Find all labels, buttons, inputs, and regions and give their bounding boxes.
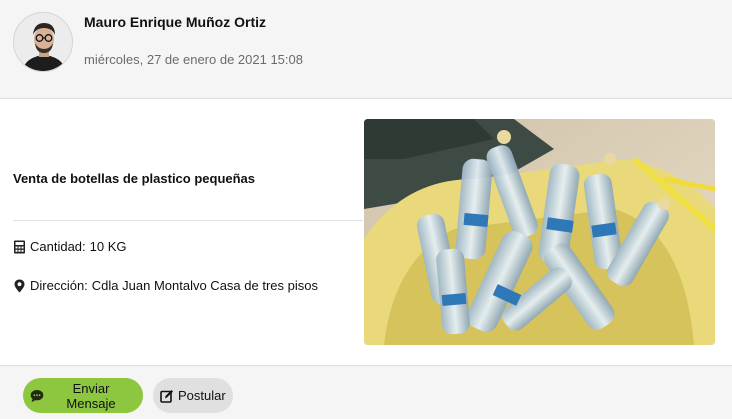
post-actions: Enviar Mensaje Postular xyxy=(0,365,732,419)
address-row: Dirección: Cdla Juan Montalvo Casa de tr… xyxy=(13,278,318,293)
post-body: Venta de botellas de plastico pequeñas C… xyxy=(0,100,732,365)
address-label: Dirección: xyxy=(30,278,88,293)
edit-icon xyxy=(160,389,174,403)
comment-icon xyxy=(30,389,44,403)
quantity-row: Cantidad: 10 KG xyxy=(13,239,127,254)
avatar[interactable] xyxy=(13,12,73,72)
avatar-image xyxy=(14,13,72,71)
post-title: Venta de botellas de plastico pequeñas xyxy=(13,171,256,186)
apply-button[interactable]: Postular xyxy=(153,378,233,413)
quantity-label: Cantidad: xyxy=(30,239,86,254)
plastic-bottles-image xyxy=(364,119,715,345)
address-value: Cdla Juan Montalvo Casa de tres pisos xyxy=(91,278,318,293)
post-card: Mauro Enrique Muñoz Ortiz miércoles, 27 … xyxy=(0,0,732,419)
send-message-button[interactable]: Enviar Mensaje xyxy=(23,378,143,413)
calculator-icon xyxy=(13,240,26,254)
author-name[interactable]: Mauro Enrique Muñoz Ortiz xyxy=(84,14,266,30)
apply-label: Postular xyxy=(178,388,226,403)
product-photo[interactable] xyxy=(364,119,715,345)
quantity-value: 10 KG xyxy=(89,239,127,254)
divider xyxy=(13,220,363,221)
send-message-label: Enviar Mensaje xyxy=(66,380,116,411)
post-header: Mauro Enrique Muñoz Ortiz miércoles, 27 … xyxy=(0,0,732,99)
post-date: miércoles, 27 de enero de 2021 15:08 xyxy=(84,52,303,67)
map-marker-icon xyxy=(13,279,26,293)
